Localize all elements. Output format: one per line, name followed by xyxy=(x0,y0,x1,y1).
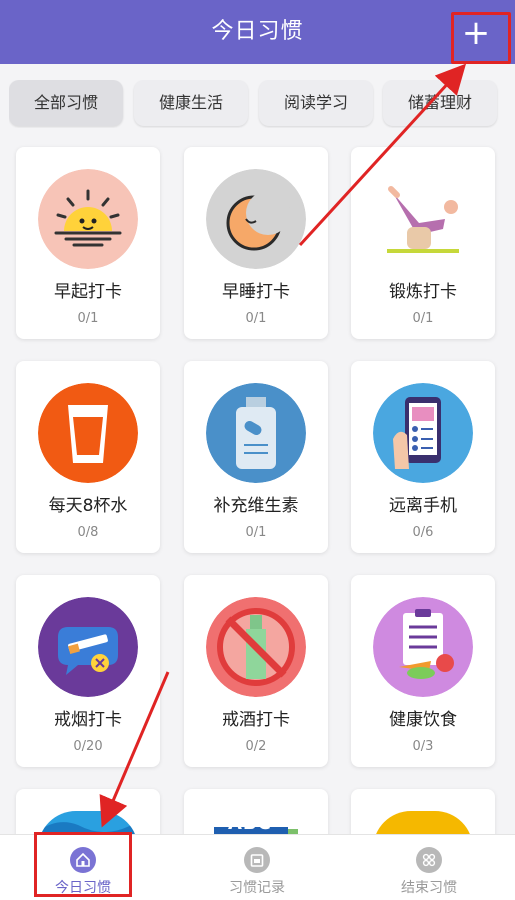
nav-habit-records[interactable]: 习惯记录 xyxy=(197,835,317,900)
tab-savings[interactable]: 储蓄理财 xyxy=(383,80,497,126)
category-tabs: 全部习惯 健康生活 阅读学习 储蓄理财 xyxy=(9,80,515,128)
nav-end-habits[interactable]: 结束习惯 xyxy=(369,835,489,900)
tab-healthy-life[interactable]: 健康生活 xyxy=(134,80,248,126)
habit-progress: 0/20 xyxy=(73,739,103,754)
habit-card-healthy-diet[interactable]: 健康饮食 0/3 xyxy=(351,575,495,767)
calendar-icon xyxy=(244,847,270,873)
habit-name: 健康饮食 xyxy=(389,710,457,730)
sunrise-icon xyxy=(38,169,138,269)
habit-progress: 0/8 xyxy=(77,525,99,540)
yoga-icon xyxy=(373,169,473,269)
tab-reading[interactable]: 阅读学习 xyxy=(259,80,373,126)
habit-progress: 0/1 xyxy=(412,311,434,326)
page-title: 今日习惯 xyxy=(211,19,304,44)
tab-all-habits[interactable]: 全部习惯 xyxy=(9,80,123,126)
habit-name: 戒酒打卡 xyxy=(222,710,290,730)
nav-label: 今日习惯 xyxy=(55,880,111,896)
habit-progress: 0/6 xyxy=(412,525,434,540)
habit-card-wake-early[interactable]: 早起打卡 0/1 xyxy=(16,147,160,339)
phone-icon xyxy=(373,383,473,483)
habit-card-vitamins[interactable]: 补充维生素 0/1 xyxy=(184,361,328,553)
habit-progress: 0/2 xyxy=(245,739,267,754)
habit-name: 补充维生素 xyxy=(213,496,299,516)
app-header: 今日习惯 + xyxy=(0,0,515,64)
habit-name: 戒烟打卡 xyxy=(54,710,122,730)
habit-card-exercise[interactable]: 锻炼打卡 0/1 xyxy=(351,147,495,339)
habit-name: 早睡打卡 xyxy=(222,282,290,302)
habit-card-quit-drinking[interactable]: 戒酒打卡 0/2 xyxy=(184,575,328,767)
water-glass-icon xyxy=(38,383,138,483)
habit-card-water[interactable]: 每天8杯水 0/8 xyxy=(16,361,160,553)
habit-card-away-from-phone[interactable]: 远离手机 0/6 xyxy=(351,361,495,553)
habit-progress: 0/1 xyxy=(245,311,267,326)
bottom-nav: 今日习惯 习惯记录 结束习惯 xyxy=(0,834,515,900)
no-smoking-icon xyxy=(38,597,138,697)
habit-name: 远离手机 xyxy=(389,496,457,516)
habit-name: 锻炼打卡 xyxy=(389,282,457,302)
vitamin-bottle-icon xyxy=(206,383,306,483)
nav-label: 结束习惯 xyxy=(401,880,457,896)
healthy-food-icon xyxy=(373,597,473,697)
home-icon xyxy=(70,847,96,873)
habit-progress: 0/3 xyxy=(412,739,434,754)
grid-icon xyxy=(416,847,442,873)
habit-card-quit-smoking[interactable]: 戒烟打卡 0/20 xyxy=(16,575,160,767)
add-habit-button[interactable]: + xyxy=(451,8,501,58)
habit-card-sleep-early[interactable]: 早睡打卡 0/1 xyxy=(184,147,328,339)
abc-text: ABC xyxy=(228,813,272,834)
habit-name: 早起打卡 xyxy=(54,282,122,302)
habit-progress: 0/1 xyxy=(245,525,267,540)
nav-label: 习惯记录 xyxy=(229,880,285,896)
no-alcohol-icon xyxy=(206,597,306,697)
habit-progress: 0/1 xyxy=(77,311,99,326)
habit-name: 每天8杯水 xyxy=(48,496,128,516)
nav-today-habits[interactable]: 今日习惯 xyxy=(23,835,143,900)
moon-icon xyxy=(206,169,306,269)
